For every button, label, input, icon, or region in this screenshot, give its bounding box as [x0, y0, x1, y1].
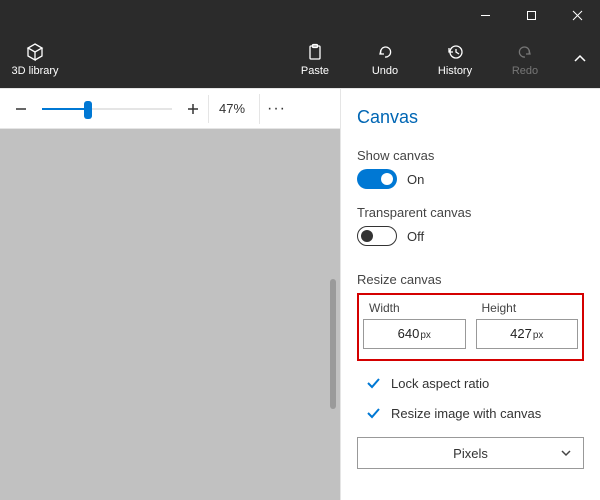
width-value: 640 [398, 326, 420, 341]
more-options-button[interactable]: ··· [259, 94, 293, 124]
maximize-button[interactable] [508, 0, 554, 30]
3d-library-label: 3D library [11, 65, 58, 77]
close-button[interactable] [554, 0, 600, 30]
history-button[interactable]: History [420, 41, 490, 77]
height-unit: px [533, 330, 544, 341]
more-icon: ··· [267, 100, 286, 118]
vertical-scrollbar[interactable] [330, 279, 336, 409]
lock-aspect-label: Lock aspect ratio [391, 376, 489, 391]
zoom-value[interactable]: 47% [209, 101, 255, 116]
close-icon [572, 10, 583, 21]
zoom-slider-thumb[interactable] [84, 101, 92, 119]
zoom-bar: 47% ··· [0, 89, 340, 129]
transparent-canvas-state: Off [407, 229, 424, 244]
width-label: Width [363, 301, 466, 315]
zoom-out-button[interactable] [6, 94, 36, 124]
zoom-in-button[interactable] [178, 94, 208, 124]
lock-aspect-ratio-checkbox[interactable]: Lock aspect ratio [357, 375, 584, 391]
undo-label: Undo [372, 65, 398, 77]
checkmark-icon [365, 375, 381, 391]
chevron-down-icon [559, 446, 573, 460]
show-canvas-state: On [407, 172, 424, 187]
checkmark-icon [365, 405, 381, 421]
transparent-canvas-toggle[interactable] [357, 226, 397, 246]
redo-label: Redo [512, 65, 538, 77]
zoom-slider[interactable] [42, 99, 172, 119]
width-unit: px [420, 330, 431, 341]
plus-icon [186, 102, 200, 116]
width-input[interactable]: 640 px [363, 319, 466, 349]
resize-image-checkbox[interactable]: Resize image with canvas [357, 405, 584, 421]
canvas-panel: Canvas Show canvas On Transparent canvas… [340, 89, 600, 500]
redo-button: Redo [490, 41, 560, 77]
undo-icon [376, 41, 394, 63]
undo-button[interactable]: Undo [350, 41, 420, 77]
maximize-icon [526, 10, 537, 21]
collapse-panel-button[interactable] [560, 51, 600, 67]
show-canvas-toggle[interactable] [357, 169, 397, 189]
paste-label: Paste [301, 65, 329, 77]
clipboard-icon [306, 41, 324, 63]
units-select-value: Pixels [453, 446, 488, 461]
cube-icon [25, 41, 45, 63]
history-icon [446, 41, 464, 63]
canvas-viewport[interactable] [0, 129, 340, 500]
minimize-icon [480, 10, 491, 21]
main-toolbar: 3D library Paste Undo [0, 30, 600, 88]
dimensions-highlight: Width 640 px Height 427 px [357, 293, 584, 361]
minimize-button[interactable] [462, 0, 508, 30]
height-label: Height [476, 301, 579, 315]
height-value: 427 [510, 326, 532, 341]
redo-icon [516, 41, 534, 63]
minus-icon [14, 102, 28, 116]
panel-title: Canvas [357, 107, 584, 128]
resize-image-label: Resize image with canvas [391, 406, 541, 421]
resize-canvas-label: Resize canvas [357, 272, 584, 287]
window-titlebar [0, 0, 600, 30]
chevron-up-icon [572, 51, 588, 67]
transparent-canvas-label: Transparent canvas [357, 205, 584, 220]
show-canvas-label: Show canvas [357, 148, 584, 163]
paste-button[interactable]: Paste [280, 41, 350, 77]
history-label: History [438, 65, 472, 77]
height-input[interactable]: 427 px [476, 319, 579, 349]
3d-library-button[interactable]: 3D library [0, 41, 70, 77]
units-select[interactable]: Pixels [357, 437, 584, 469]
